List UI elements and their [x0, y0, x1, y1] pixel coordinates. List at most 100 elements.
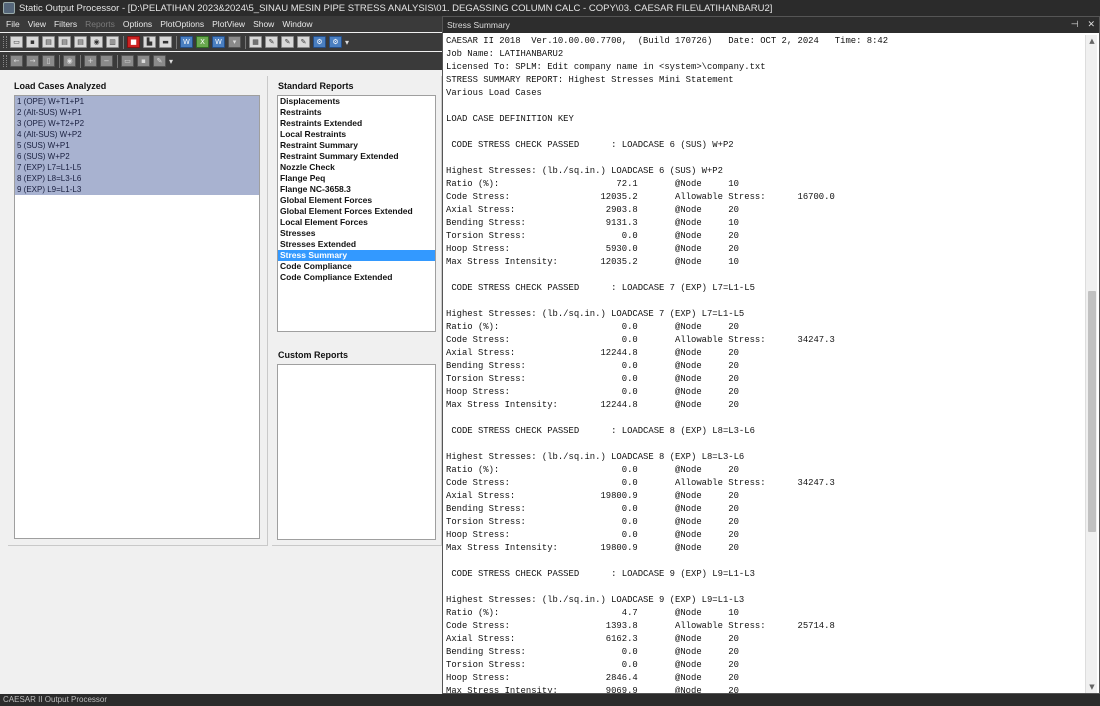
- report-line: Job Name: LATIHANBARU2: [446, 49, 564, 59]
- minus-icon[interactable]: −: [100, 55, 113, 67]
- report-item-stress-summary[interactable]: Stress Summary: [278, 250, 435, 261]
- dropdown-icon[interactable]: ▾: [228, 36, 241, 48]
- binoculars-icon[interactable]: ◉: [63, 55, 76, 67]
- custom-reports-list[interactable]: [277, 364, 436, 540]
- load-case-item[interactable]: 4 (Alt-SUS) W+P2: [15, 129, 259, 140]
- report-item-code-compliance-extended[interactable]: Code Compliance Extended: [278, 272, 435, 283]
- report-line: Highest Stresses: (lb./sq.in.) LOADCASE …: [446, 452, 745, 462]
- window-icon[interactable]: ▭: [121, 55, 134, 67]
- edit-icon[interactable]: ✎: [297, 36, 310, 48]
- menu-filters[interactable]: Filters: [54, 19, 77, 29]
- load-case-item[interactable]: 9 (EXP) L9=L1-L3: [15, 184, 259, 195]
- report-item-restraint-summary-extended[interactable]: Restraint Summary Extended: [278, 151, 435, 162]
- toolbar-separator: [176, 35, 177, 49]
- document-icon[interactable]: ▤: [42, 36, 55, 48]
- excel-icon[interactable]: X: [196, 36, 209, 48]
- menu-options[interactable]: Options: [123, 19, 152, 29]
- report-line: Code Stress: 1393.8 Allowable Stress: 25…: [446, 621, 835, 631]
- plus-icon[interactable]: +: [84, 55, 97, 67]
- menu-file[interactable]: File: [6, 19, 20, 29]
- load-cases-list[interactable]: 1 (OPE) W+T1+P1 2 (Alt-SUS) W+P1 3 (OPE) W…: [14, 95, 260, 539]
- report-item-local-restraints[interactable]: Local Restraints: [278, 129, 435, 140]
- report-item-flange-nc-3658-3[interactable]: Flange NC-3658.3: [278, 184, 435, 195]
- word-doc-icon[interactable]: W: [212, 36, 225, 48]
- report-line: Ratio (%): 72.1 @Node 10: [446, 179, 739, 189]
- toolbar-grip[interactable]: [3, 55, 7, 67]
- toolbar-separator: [117, 54, 118, 68]
- edit-icon[interactable]: ✎: [153, 55, 166, 67]
- word-icon[interactable]: W: [180, 36, 193, 48]
- report-item-nozzle-check[interactable]: Nozzle Check: [278, 162, 435, 173]
- standard-reports-list[interactable]: Displacements Restraints Restraints Extend…: [277, 95, 436, 332]
- menu-plotview[interactable]: PlotView: [212, 19, 245, 29]
- load-case-item[interactable]: 3 (OPE) W+T2+P2: [15, 118, 259, 129]
- toolbar-separator: [80, 54, 81, 68]
- menu-plotoptions[interactable]: PlotOptions: [160, 19, 204, 29]
- report-item-restraints-extended[interactable]: Restraints Extended: [278, 118, 435, 129]
- report-item-code-compliance[interactable]: Code Compliance: [278, 261, 435, 272]
- page-icon[interactable]: ▯: [42, 55, 55, 67]
- load-case-item[interactable]: 7 (EXP) L7=L1-L5: [15, 162, 259, 173]
- report-item-flange-peq[interactable]: Flange Peq: [278, 173, 435, 184]
- scroll-up-icon[interactable]: ▲: [1086, 35, 1098, 47]
- scroll-down-icon[interactable]: ▼: [1086, 681, 1098, 693]
- report-line: Licensed To: SPLM: Edit company name in …: [446, 62, 766, 72]
- report-item-stresses[interactable]: Stresses: [278, 228, 435, 239]
- menu-window[interactable]: Window: [282, 19, 312, 29]
- report-line: Hoop Stress: 0.0 @Node 20: [446, 530, 739, 540]
- load-case-item[interactable]: 5 (SUS) W+P1: [15, 140, 259, 151]
- report-line: [446, 412, 1082, 425]
- report-line: [446, 555, 1082, 568]
- report-item-global-element-forces[interactable]: Global Element Forces: [278, 195, 435, 206]
- menu-reports[interactable]: Reports: [85, 19, 115, 29]
- chart-icon[interactable]: ▙: [143, 36, 156, 48]
- edit-icon[interactable]: ✎: [281, 36, 294, 48]
- report-item-local-element-forces[interactable]: Local Element Forces: [278, 217, 435, 228]
- toolbar-overflow-icon[interactable]: ▾: [345, 38, 349, 47]
- open-folder-icon[interactable]: ▭: [10, 36, 23, 48]
- load-case-item[interactable]: 1 (OPE) W+T1+P1: [15, 96, 259, 107]
- tools-icon[interactable]: ⚙: [313, 36, 326, 48]
- scroll-thumb[interactable]: [1088, 291, 1096, 532]
- stop-icon[interactable]: ■: [127, 36, 140, 48]
- save-icon[interactable]: ▪: [26, 36, 39, 48]
- report-item-displacements[interactable]: Displacements: [278, 96, 435, 107]
- toolbar-separator: [123, 35, 124, 49]
- report-item-restraints[interactable]: Restraints: [278, 107, 435, 118]
- report-icon[interactable]: ▦: [249, 36, 262, 48]
- report-item-global-element-forces-extended[interactable]: Global Element Forces Extended: [278, 206, 435, 217]
- load-case-item[interactable]: 8 (EXP) L8=L3-L6: [15, 173, 259, 184]
- report-line: LOAD CASE DEFINITION KEY: [446, 114, 574, 124]
- menu-view[interactable]: View: [28, 19, 46, 29]
- report-text-area[interactable]: CAESAR II 2018 Ver.10.00.00.7700, (Build…: [446, 35, 1082, 693]
- load-case-item[interactable]: 2 (Alt-SUS) W+P1: [15, 107, 259, 118]
- report-item-restraint-summary[interactable]: Restraint Summary: [278, 140, 435, 151]
- pin-icon[interactable]: ⊣: [1071, 20, 1079, 30]
- report-line: Code Stress: 0.0 Allowable Stress: 34247…: [446, 335, 835, 345]
- edit-icon[interactable]: ✎: [265, 36, 278, 48]
- toolbar-separator: [245, 35, 246, 49]
- title-bar: Static Output Processor - [D:\PELATIHAN …: [0, 0, 1100, 16]
- vertical-scrollbar[interactable]: ▲ ▼: [1085, 35, 1097, 693]
- toolbar-overflow-icon[interactable]: ▾: [169, 57, 173, 66]
- report-line: Code Stress: 12035.2 Allowable Stress: 1…: [446, 192, 835, 202]
- close-icon[interactable]: ✕: [1087, 20, 1095, 30]
- menu-show[interactable]: Show: [253, 19, 274, 29]
- report-line: Ratio (%): 0.0 @Node 20: [446, 465, 739, 475]
- back-arrow-icon[interactable]: ←: [10, 55, 23, 67]
- report-line: Highest Stresses: (lb./sq.in.) LOADCASE …: [446, 595, 745, 605]
- binoculars-icon[interactable]: ◉: [90, 36, 103, 48]
- toolbar-grip[interactable]: [3, 36, 7, 48]
- tools-icon[interactable]: ⚙: [329, 36, 342, 48]
- forward-arrow-icon[interactable]: →: [26, 55, 39, 67]
- app-icon: [3, 2, 15, 14]
- document-icon[interactable]: ▤: [74, 36, 87, 48]
- load-case-item[interactable]: 6 (SUS) W+P2: [15, 151, 259, 162]
- print-icon[interactable]: ▬: [159, 36, 172, 48]
- save-icon[interactable]: ▪: [137, 55, 150, 67]
- report-line: Bending Stress: 0.0 @Node 20: [446, 647, 739, 657]
- document-icon[interactable]: ▤: [58, 36, 71, 48]
- report-icon[interactable]: ▥: [106, 36, 119, 48]
- report-line: Ratio (%): 4.7 @Node 10: [446, 608, 739, 618]
- report-item-stresses-extended[interactable]: Stresses Extended: [278, 239, 435, 250]
